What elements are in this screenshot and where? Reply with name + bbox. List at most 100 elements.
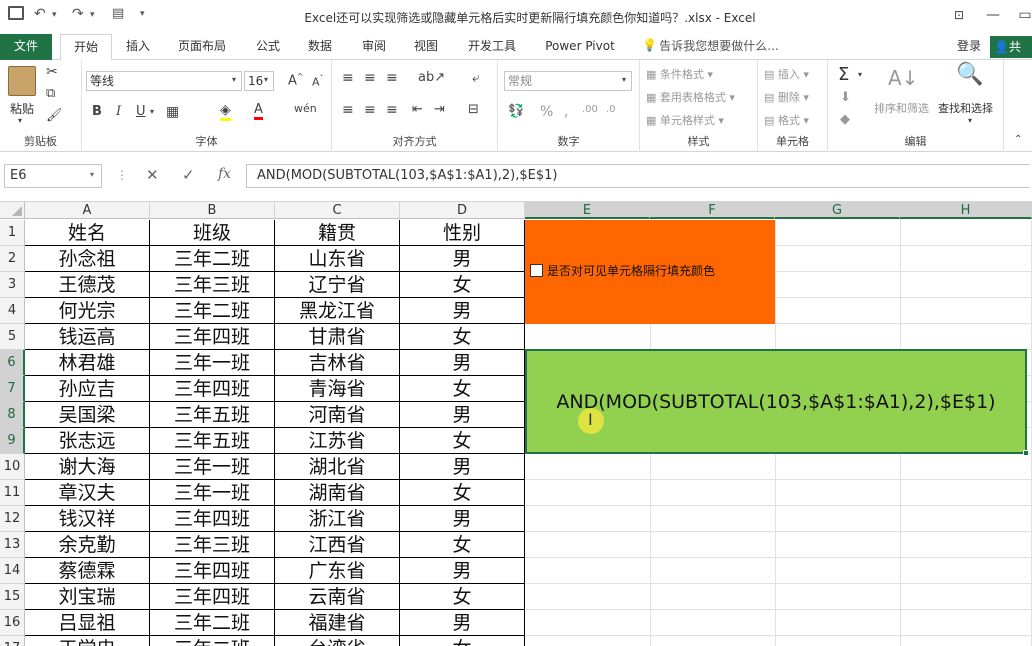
cell-c14[interactable]: 广东省 (275, 558, 400, 584)
cell-a6[interactable]: 林君雄 (25, 350, 150, 376)
cell-a12[interactable]: 钱汉祥 (25, 506, 150, 532)
cell-d7[interactable]: 女 (400, 376, 525, 402)
cell-d9[interactable]: 女 (400, 428, 525, 454)
cell-b7[interactable]: 三年四班 (150, 376, 275, 402)
share-button[interactable]: 👤共享 (990, 36, 1032, 76)
cell-c1[interactable]: 籍贯 (275, 220, 400, 246)
cell-d10[interactable]: 男 (400, 454, 525, 480)
tab-data[interactable]: 数据 (300, 34, 340, 60)
row-header-11[interactable]: 11 (0, 480, 25, 506)
col-header-e[interactable]: E (525, 202, 650, 219)
customize-qat-icon[interactable]: ▾ (140, 9, 145, 19)
border-icon[interactable]: ▦ (166, 104, 179, 120)
font-name-dropdown-icon[interactable]: ▾ (232, 75, 236, 84)
format-as-table-button[interactable]: ▦ 套用表格格式 ▾ (646, 89, 735, 105)
tab-view[interactable]: 视图 (406, 34, 446, 60)
underline-button[interactable]: U (136, 104, 146, 119)
cell-c11[interactable]: 湖南省 (275, 480, 400, 506)
cell-d4[interactable]: 男 (400, 298, 525, 324)
merge-center-icon[interactable]: ⊟ (468, 102, 479, 117)
cell-b6[interactable]: 三年一班 (150, 350, 275, 376)
copy-icon[interactable]: ⧉ (46, 86, 55, 101)
tab-developer[interactable]: 开发工具 (460, 34, 524, 60)
decrease-decimal-icon[interactable]: .0 (606, 104, 616, 115)
align-left-icon[interactable]: ≡ (342, 102, 354, 118)
cell-d2[interactable]: 男 (400, 246, 525, 272)
collapse-ribbon-icon[interactable]: ⌃ (1014, 134, 1022, 145)
cell-a10[interactable]: 谢大海 (25, 454, 150, 480)
cell-b11[interactable]: 三年一班 (150, 480, 275, 506)
find-select-button[interactable]: 查找和选择 (938, 100, 993, 116)
align-center-icon[interactable]: ≡ (364, 102, 376, 118)
insert-function-icon[interactable]: fx (218, 166, 231, 182)
col-header-h[interactable]: H (900, 202, 1032, 219)
cell-c10[interactable]: 湖北省 (275, 454, 400, 480)
row-header-1[interactable]: 1 (0, 220, 25, 246)
cell-b15[interactable]: 三年四班 (150, 584, 275, 610)
find-select-icon[interactable]: 🔍 (956, 62, 983, 87)
tell-me-search[interactable]: 告诉我您想要做什么... (656, 34, 782, 60)
cell-a4[interactable]: 何光宗 (25, 298, 150, 324)
number-format-dropdown-icon[interactable]: ▾ (622, 75, 626, 84)
increase-indent-icon[interactable]: ⇥ (434, 102, 445, 117)
visible-rows-checkbox[interactable] (530, 264, 543, 277)
fill-icon[interactable]: ⬇ (840, 90, 851, 105)
cell-a5[interactable]: 钱运高 (25, 324, 150, 350)
cell-a8[interactable]: 吴国梁 (25, 402, 150, 428)
cell-a9[interactable]: 张志远 (25, 428, 150, 454)
row-header-2[interactable]: 2 (0, 246, 25, 272)
cell-c9[interactable]: 江苏省 (275, 428, 400, 454)
cell-d11[interactable]: 女 (400, 480, 525, 506)
autosum-dropdown-icon[interactable]: ▾ (858, 70, 862, 79)
align-middle-icon[interactable]: ≡ (364, 70, 376, 86)
cell-a13[interactable]: 余克勤 (25, 532, 150, 558)
cell-c17[interactable]: 台湾省 (275, 636, 400, 646)
cell-d8[interactable]: 男 (400, 402, 525, 428)
bold-button[interactable]: B (92, 104, 102, 119)
cell-d5[interactable]: 女 (400, 324, 525, 350)
col-header-f[interactable]: F (650, 202, 775, 219)
form-icon[interactable]: ▤ (112, 6, 124, 21)
paste-icon[interactable] (8, 66, 36, 96)
save-icon[interactable] (8, 6, 24, 20)
redo-icon[interactable]: ↷ (72, 6, 84, 22)
row-header-15[interactable]: 15 (0, 584, 25, 610)
cell-c5[interactable]: 甘肃省 (275, 324, 400, 350)
ribbon-display-icon[interactable]: ⊡ (944, 4, 974, 26)
wrap-text-icon[interactable]: ⤶ (472, 70, 480, 86)
cell-c4[interactable]: 黑龙江省 (275, 298, 400, 324)
cell-a2[interactable]: 孙念祖 (25, 246, 150, 272)
tab-insert[interactable]: 插入 (116, 34, 160, 60)
cell-b12[interactable]: 三年四班 (150, 506, 275, 532)
worksheet-grid[interactable]: A B C D E F G H 1 2 3 4 5 6 7 8 9 10 11 … (0, 202, 1032, 646)
formula-input[interactable]: AND(MOD(SUBTOTAL(103,$A$1:$A1),2),$E$1) (246, 164, 1030, 188)
cell-b3[interactable]: 三年三班 (150, 272, 275, 298)
sort-filter-icon[interactable]: A↓ (888, 66, 918, 90)
cell-a14[interactable]: 蔡德霖 (25, 558, 150, 584)
row-header-9[interactable]: 9 (0, 428, 25, 454)
cell-d12[interactable]: 男 (400, 506, 525, 532)
cell-c7[interactable]: 青海省 (275, 376, 400, 402)
cell-a7[interactable]: 孙应吉 (25, 376, 150, 402)
cell-d1[interactable]: 性别 (400, 220, 525, 246)
orientation-icon[interactable]: ab↗ (418, 70, 445, 85)
cell-c6[interactable]: 吉林省 (275, 350, 400, 376)
name-box-dropdown-icon[interactable]: ▾ (90, 170, 94, 179)
cell-c12[interactable]: 浙江省 (275, 506, 400, 532)
insert-cells-button[interactable]: ▤ 插入 ▾ (764, 66, 809, 82)
phonetic-icon[interactable]: wén (294, 102, 317, 115)
tab-page-layout[interactable]: 页面布局 (170, 34, 234, 60)
align-bottom-icon[interactable]: ≡ (386, 70, 398, 86)
percent-icon[interactable]: % (540, 104, 553, 120)
row-header-13[interactable]: 13 (0, 532, 25, 558)
cell-styles-button[interactable]: ▦ 单元格样式 ▾ (646, 112, 724, 128)
underline-dropdown-icon[interactable]: ▾ (150, 107, 154, 116)
find-dropdown-icon[interactable]: ▾ (968, 116, 972, 125)
decrease-font-icon[interactable]: Aˇ (312, 74, 324, 89)
decrease-indent-icon[interactable]: ⇤ (412, 102, 423, 117)
cell-b5[interactable]: 三年四班 (150, 324, 275, 350)
col-header-a[interactable]: A (25, 202, 150, 219)
cell-d17[interactable]: 女 (400, 636, 525, 646)
cell-d14[interactable]: 男 (400, 558, 525, 584)
comma-icon[interactable]: , (564, 104, 568, 120)
